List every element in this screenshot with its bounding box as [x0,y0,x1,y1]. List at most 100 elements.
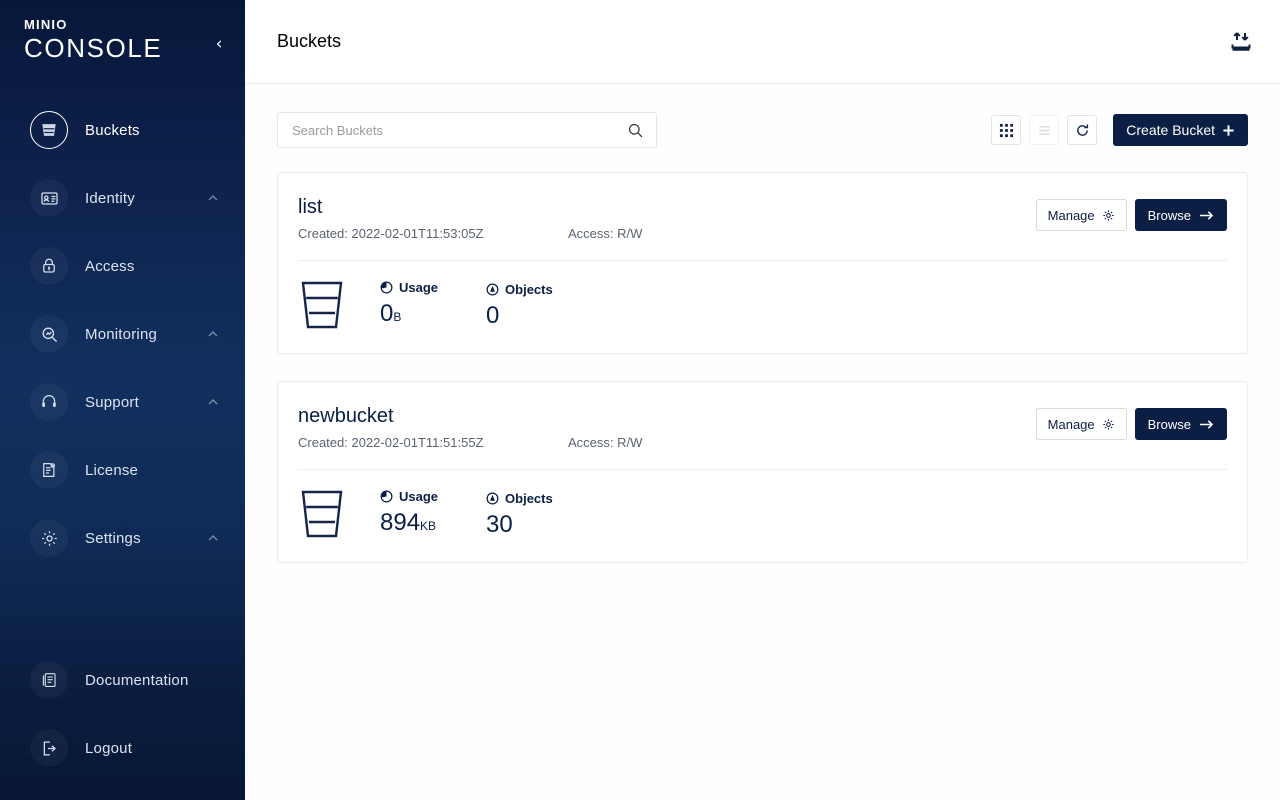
sidebar-item-identity[interactable]: Identity [0,164,245,232]
sidebar-item-access[interactable]: Access [0,232,245,300]
bucket-stats: Usage 0B Objects 0 [298,261,1227,333]
usage-label: Usage [399,280,439,295]
sidebar-collapse-icon[interactable]: ‹ [209,34,229,54]
search-input[interactable] [292,122,627,138]
manage-button[interactable]: Manage [1035,199,1127,231]
usage-value: 894KB [380,510,438,539]
objects-value: 0 [486,301,500,329]
usage-value: 0B [380,301,438,330]
usage-stat: Usage 894KB [380,489,438,539]
gear-icon [30,519,68,557]
sidebar-item-logout[interactable]: Logout [0,714,245,782]
usage-stat-header: Usage [380,280,438,295]
lock-icon [30,247,68,285]
sidebar-item-license[interactable]: License [0,436,245,504]
bucket-card[interactable]: newbucket Created: 2022-02-01T11:51:55Z … [277,381,1248,563]
bucket-stats: Usage 894KB Objects 30 [298,470,1227,542]
bucket-card-info: newbucket Created: 2022-02-01T11:51:55Z … [298,404,1036,450]
chevron-up-icon[interactable] [207,532,219,544]
refresh-icon [1076,124,1088,136]
manage-label: Manage [1047,416,1095,432]
browse-label: Browse [1147,207,1191,223]
usage-number: 0 [380,300,394,327]
usage-number: 894 [380,509,421,536]
page-header: Buckets [245,0,1280,84]
list-view-button[interactable] [1029,115,1060,145]
page-title: Buckets [277,31,342,51]
sidebar-item-support[interactable]: Support [0,368,245,436]
chevron-up-icon[interactable] [207,396,219,408]
bucket-card-info: list Created: 2022-02-01T11:53:05Z Acces… [298,195,1036,241]
bucket-access-policy: Access: R/W [568,435,643,450]
sidebar-item-buckets[interactable]: Buckets [0,96,245,164]
search-icon [628,123,643,137]
create-bucket-label: Create Bucket [1126,122,1215,138]
manage-button[interactable]: Manage [1035,408,1127,440]
bucket-card-actions: Manage Browse [1035,404,1227,440]
bucket-list: list Created: 2022-02-01T11:53:05Z Acces… [277,172,1248,563]
usage-unit: KB [420,519,437,533]
bucket-access-policy: Access: R/W [568,226,643,241]
identity-icon [30,179,68,217]
sidebar-item-monitoring[interactable]: Monitoring [0,300,245,368]
objects-stat: Objects 30 [486,491,553,538]
chevron-up-icon[interactable] [207,328,219,340]
sidebar-bottom-nav: Documentation Logout [0,646,245,800]
sidebar-item-documentation[interactable]: Documentation [0,646,245,714]
create-bucket-button[interactable]: Create Bucket [1113,114,1248,146]
objects-icon [486,492,499,504]
manage-label: Manage [1047,207,1095,223]
objects-label: Objects [505,281,553,297]
sidebar-item-label: Support [85,393,139,411]
chevron-up-icon[interactable] [207,192,219,204]
usage-label: Usage [399,489,439,504]
buckets-toolbar: Create Bucket [277,112,1248,148]
gear-icon [1102,209,1114,221]
book-icon [30,661,68,699]
logo-area: MINIO CONSOLE ‹ [0,0,245,92]
usage-stat-header: Usage [380,489,438,504]
pie-chart-icon [380,281,393,294]
grid-view-button[interactable] [991,115,1022,145]
objects-label: Objects [505,490,553,506]
bucket-created-date: Created: 2022-02-01T11:51:55Z [298,435,484,450]
bucket-card[interactable]: list Created: 2022-02-01T11:53:05Z Acces… [277,172,1248,354]
arrow-right-icon [1200,419,1214,429]
bucket-name: list [298,196,323,218]
sidebar-item-label: Logout [85,739,133,757]
bucket-icon [301,281,343,329]
usage-stat: Usage 0B [380,280,438,330]
bucket-card-actions: Manage Browse [1035,195,1227,231]
sidebar: MINIO CONSOLE ‹ Buckets Identity Access … [0,0,245,800]
bucket-created-date: Created: 2022-02-01T11:53:05Z [298,226,484,241]
bucket-icon [30,111,68,149]
gear-icon [1102,418,1114,430]
logo-minio-text: MINIO [24,17,68,32]
sidebar-item-label: License [85,461,139,479]
buckets-page-body: Create Bucket list Created: 2022-02-01T1… [245,84,1280,800]
browse-button[interactable]: Browse [1134,199,1227,231]
plus-icon [1223,124,1234,136]
upload-download-icon[interactable] [1227,28,1255,56]
magnifier-icon [30,315,68,353]
support-icon [30,383,68,421]
refresh-button[interactable] [1067,115,1098,145]
sidebar-item-settings[interactable]: Settings [0,504,245,572]
browse-button[interactable]: Browse [1134,408,1227,440]
grid-view-icon [999,123,1013,137]
sidebar-item-label: Buckets [85,121,140,139]
sidebar-item-label: Monitoring [85,325,158,343]
logout-icon [30,729,68,767]
usage-unit: B [393,310,402,324]
bucket-card-header: list Created: 2022-02-01T11:53:05Z Acces… [298,195,1227,241]
sidebar-item-label: Identity [85,189,135,207]
bucket-meta: Created: 2022-02-01T11:51:55Z Access: R/… [298,435,1036,450]
app-root: MINIO CONSOLE ‹ Buckets Identity Access … [0,0,1280,800]
sidebar-item-label: Settings [85,529,141,547]
search-buckets-box[interactable] [277,112,657,148]
objects-value: 30 [486,510,513,538]
bucket-meta: Created: 2022-02-01T11:53:05Z Access: R/… [298,226,1036,241]
license-icon [30,451,68,489]
pie-chart-icon [380,490,393,503]
bucket-icon [301,490,343,538]
